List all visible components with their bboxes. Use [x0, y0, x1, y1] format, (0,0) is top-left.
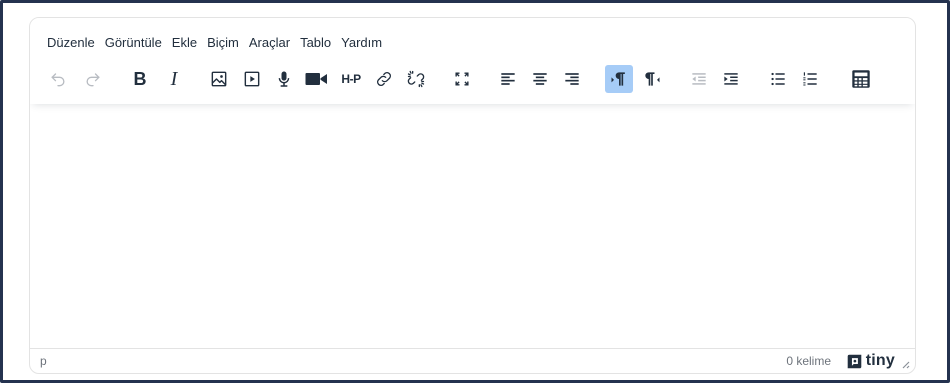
rtl-icon — [645, 72, 660, 86]
record-audio-button[interactable] — [270, 65, 298, 93]
undo-button[interactable] — [44, 65, 72, 93]
menu-tools[interactable]: Araçlar — [244, 32, 295, 53]
fullscreen-button[interactable] — [448, 65, 476, 93]
menu-format[interactable]: Biçim — [202, 32, 244, 53]
unlink-button[interactable] — [402, 65, 430, 93]
align-center-icon — [533, 73, 547, 85]
fullscreen-icon — [455, 72, 469, 86]
calculator-button[interactable] — [847, 65, 875, 93]
resize-handle-icon[interactable] — [900, 359, 910, 369]
right-to-left-button[interactable] — [638, 65, 666, 93]
indent-icon — [724, 73, 738, 85]
menubar: Düzenle Görüntüle Ekle Biçim Araçlar Tab… — [42, 31, 387, 53]
outdent-icon — [692, 73, 706, 85]
bold-button[interactable]: B — [126, 65, 154, 93]
h5p-button[interactable]: H-P — [336, 65, 366, 93]
tiny-logo-icon — [847, 354, 862, 368]
numbered-list-button[interactable] — [796, 65, 824, 93]
align-left-button[interactable] — [494, 65, 522, 93]
toolbar: B I H-P — [40, 65, 910, 95]
unlink-icon — [407, 70, 425, 88]
microphone-icon — [278, 71, 290, 87]
align-right-button[interactable] — [558, 65, 586, 93]
menu-table[interactable]: Tablo — [295, 32, 336, 53]
align-right-icon — [565, 73, 579, 85]
media-icon — [244, 71, 260, 87]
brand-label: tiny — [865, 352, 895, 369]
redo-icon — [86, 73, 100, 87]
indent-button[interactable] — [717, 65, 745, 93]
video-camera-icon — [305, 73, 327, 85]
bold-icon: B — [133, 69, 147, 89]
editor-header: Düzenle Görüntüle Ekle Biçim Araçlar Tab… — [30, 18, 915, 104]
image-icon — [211, 71, 227, 87]
insert-image-button[interactable] — [205, 65, 233, 93]
numbered-list-icon — [803, 72, 817, 86]
tiny-brand-link[interactable]: tiny — [846, 352, 895, 370]
statusbar: p 0 kelime tiny — [30, 348, 915, 373]
ltr-icon — [611, 72, 625, 86]
menu-edit[interactable]: Düzenle — [42, 32, 100, 53]
h5p-icon: H-P — [341, 72, 361, 86]
editor-content-area[interactable] — [30, 104, 915, 350]
left-to-right-button[interactable] — [605, 65, 633, 93]
insert-media-button[interactable] — [238, 65, 266, 93]
redo-button[interactable] — [79, 65, 107, 93]
link-icon — [377, 72, 391, 86]
record-video-button[interactable] — [302, 65, 330, 93]
menu-insert[interactable]: Ekle — [167, 32, 202, 53]
bullet-list-icon — [771, 72, 785, 86]
calculator-icon — [852, 70, 870, 88]
word-count[interactable]: 0 kelime — [786, 354, 831, 368]
rich-text-editor: Düzenle Görüntüle Ekle Biçim Araçlar Tab… — [29, 17, 916, 374]
undo-icon — [51, 73, 65, 87]
element-path[interactable]: p — [40, 354, 47, 368]
outdent-button[interactable] — [685, 65, 713, 93]
menu-help[interactable]: Yardım — [336, 32, 387, 53]
bullet-list-button[interactable] — [764, 65, 792, 93]
italic-icon: I — [170, 68, 178, 90]
italic-button[interactable]: I — [160, 65, 188, 93]
page-frame: Düzenle Görüntüle Ekle Biçim Araçlar Tab… — [0, 0, 950, 383]
align-center-button[interactable] — [526, 65, 554, 93]
insert-link-button[interactable] — [370, 65, 398, 93]
menu-view[interactable]: Görüntüle — [100, 32, 167, 53]
align-left-icon — [501, 73, 515, 85]
